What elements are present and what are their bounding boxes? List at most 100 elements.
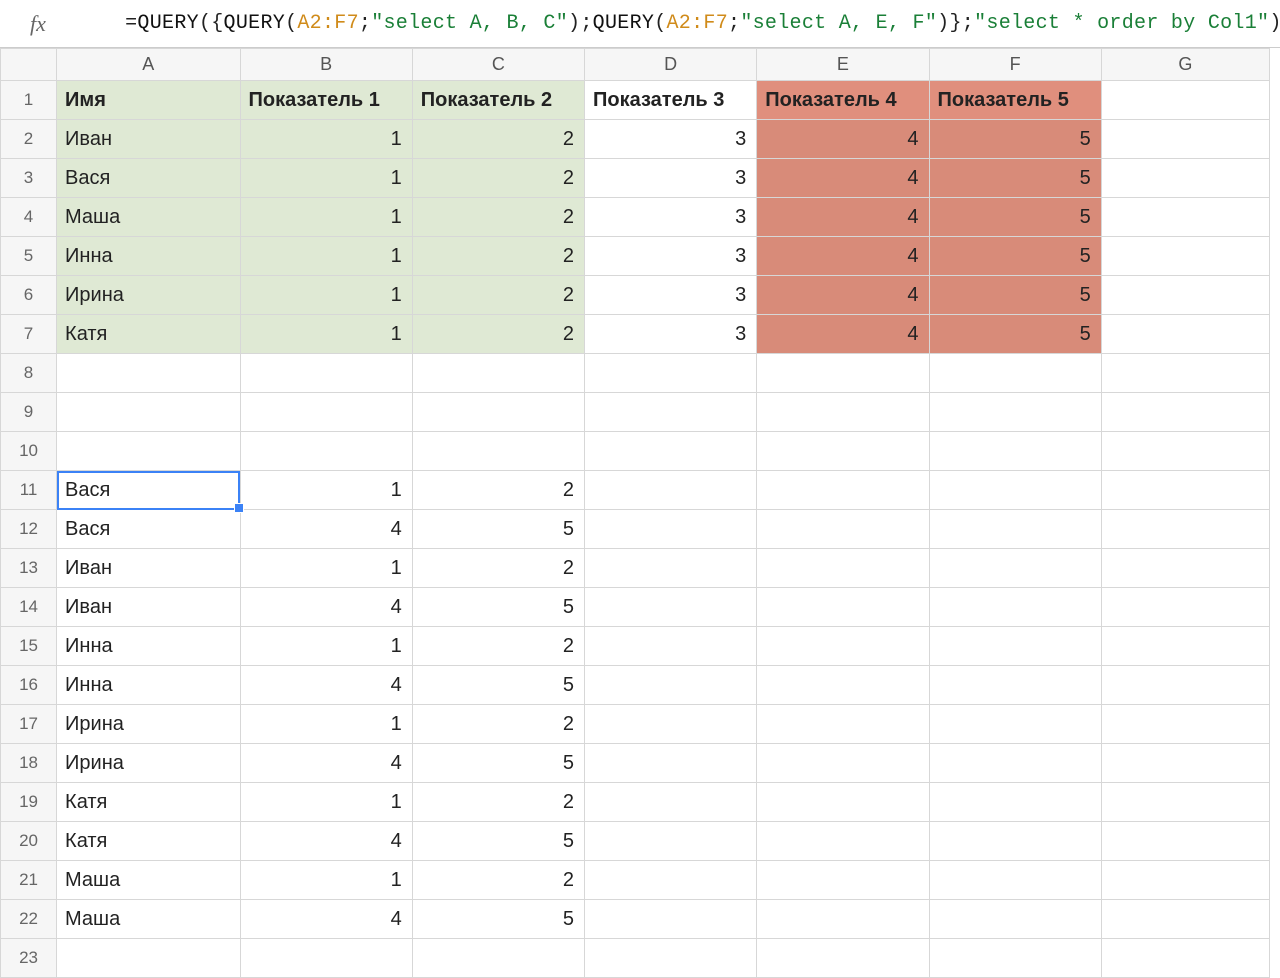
cell-C6[interactable]: 2: [412, 276, 584, 315]
cell-A16[interactable]: Инна: [57, 666, 240, 705]
cell-A4[interactable]: Маша: [57, 198, 240, 237]
cell-C5[interactable]: 2: [412, 237, 584, 276]
cell-C20[interactable]: 5: [412, 822, 584, 861]
cell-B14[interactable]: 4: [240, 588, 412, 627]
cell-F14[interactable]: [929, 588, 1101, 627]
cell-D2[interactable]: 3: [585, 120, 757, 159]
cell-F7[interactable]: 5: [929, 315, 1101, 354]
cell-A17[interactable]: Ирина: [57, 705, 240, 744]
cell-B13[interactable]: 1: [240, 549, 412, 588]
cell-G1[interactable]: [1101, 81, 1269, 120]
cell-G19[interactable]: [1101, 783, 1269, 822]
cell-A9[interactable]: [57, 393, 240, 432]
cell-D9[interactable]: [585, 393, 757, 432]
cell-D6[interactable]: 3: [585, 276, 757, 315]
cell-C15[interactable]: 2: [412, 627, 584, 666]
cell-F20[interactable]: [929, 822, 1101, 861]
cell-C23[interactable]: [412, 939, 584, 978]
cell-C11[interactable]: 2: [412, 471, 584, 510]
cell-B3[interactable]: 1: [240, 159, 412, 198]
cell-B23[interactable]: [240, 939, 412, 978]
cell-E21[interactable]: [757, 861, 929, 900]
cell-F21[interactable]: [929, 861, 1101, 900]
cell-D13[interactable]: [585, 549, 757, 588]
row-header-18[interactable]: 18: [1, 744, 57, 783]
col-header-D[interactable]: D: [585, 49, 757, 81]
cell-D20[interactable]: [585, 822, 757, 861]
cell-G8[interactable]: [1101, 354, 1269, 393]
cell-C10[interactable]: [412, 432, 584, 471]
cell-B18[interactable]: 4: [240, 744, 412, 783]
cell-E18[interactable]: [757, 744, 929, 783]
cell-D15[interactable]: [585, 627, 757, 666]
cell-F17[interactable]: [929, 705, 1101, 744]
cell-A13[interactable]: Иван: [57, 549, 240, 588]
cell-C12[interactable]: 5: [412, 510, 584, 549]
cell-D1[interactable]: Показатель 3: [585, 81, 757, 120]
spreadsheet-area[interactable]: A B C D E F G 1ИмяПоказатель 1Показатель…: [0, 48, 1280, 933]
col-header-F[interactable]: F: [929, 49, 1101, 81]
row-header-9[interactable]: 9: [1, 393, 57, 432]
cell-F19[interactable]: [929, 783, 1101, 822]
cell-C17[interactable]: 2: [412, 705, 584, 744]
cell-G7[interactable]: [1101, 315, 1269, 354]
cell-E6[interactable]: 4: [757, 276, 929, 315]
cell-F18[interactable]: [929, 744, 1101, 783]
cell-D7[interactable]: 3: [585, 315, 757, 354]
cell-B2[interactable]: 1: [240, 120, 412, 159]
cell-G14[interactable]: [1101, 588, 1269, 627]
cell-E14[interactable]: [757, 588, 929, 627]
cell-G13[interactable]: [1101, 549, 1269, 588]
cell-A19[interactable]: Катя: [57, 783, 240, 822]
cell-A8[interactable]: [57, 354, 240, 393]
cell-C8[interactable]: [412, 354, 584, 393]
cell-E23[interactable]: [757, 939, 929, 978]
cell-B15[interactable]: 1: [240, 627, 412, 666]
cell-D11[interactable]: [585, 471, 757, 510]
cell-A14[interactable]: Иван: [57, 588, 240, 627]
cell-B19[interactable]: 1: [240, 783, 412, 822]
cell-A2[interactable]: Иван: [57, 120, 240, 159]
cell-A20[interactable]: Катя: [57, 822, 240, 861]
cell-A15[interactable]: Инна: [57, 627, 240, 666]
cell-G12[interactable]: [1101, 510, 1269, 549]
cell-G4[interactable]: [1101, 198, 1269, 237]
cell-E10[interactable]: [757, 432, 929, 471]
row-header-10[interactable]: 10: [1, 432, 57, 471]
col-header-G[interactable]: G: [1101, 49, 1269, 81]
row-header-4[interactable]: 4: [1, 198, 57, 237]
cell-F9[interactable]: [929, 393, 1101, 432]
row-header-1[interactable]: 1: [1, 81, 57, 120]
cell-A5[interactable]: Инна: [57, 237, 240, 276]
row-header-16[interactable]: 16: [1, 666, 57, 705]
cell-G6[interactable]: [1101, 276, 1269, 315]
cell-A1[interactable]: Имя: [57, 81, 240, 120]
cell-F12[interactable]: [929, 510, 1101, 549]
cell-G15[interactable]: [1101, 627, 1269, 666]
cell-B12[interactable]: 4: [240, 510, 412, 549]
cell-A10[interactable]: [57, 432, 240, 471]
cell-B6[interactable]: 1: [240, 276, 412, 315]
cell-C4[interactable]: 2: [412, 198, 584, 237]
cell-F16[interactable]: [929, 666, 1101, 705]
cell-A11[interactable]: Вася: [57, 471, 240, 510]
cell-C9[interactable]: [412, 393, 584, 432]
cell-E9[interactable]: [757, 393, 929, 432]
cell-B9[interactable]: [240, 393, 412, 432]
cell-A23[interactable]: [57, 939, 240, 978]
cell-D12[interactable]: [585, 510, 757, 549]
cell-G10[interactable]: [1101, 432, 1269, 471]
row-header-11[interactable]: 11: [1, 471, 57, 510]
cell-E12[interactable]: [757, 510, 929, 549]
cell-E3[interactable]: 4: [757, 159, 929, 198]
row-header-21[interactable]: 21: [1, 861, 57, 900]
cell-G23[interactable]: [1101, 939, 1269, 978]
cell-B20[interactable]: 4: [240, 822, 412, 861]
cell-F3[interactable]: 5: [929, 159, 1101, 198]
row-header-8[interactable]: 8: [1, 354, 57, 393]
cell-B1[interactable]: Показатель 1: [240, 81, 412, 120]
cell-A18[interactable]: Ирина: [57, 744, 240, 783]
cell-C1[interactable]: Показатель 2: [412, 81, 584, 120]
cell-D17[interactable]: [585, 705, 757, 744]
cell-G16[interactable]: [1101, 666, 1269, 705]
